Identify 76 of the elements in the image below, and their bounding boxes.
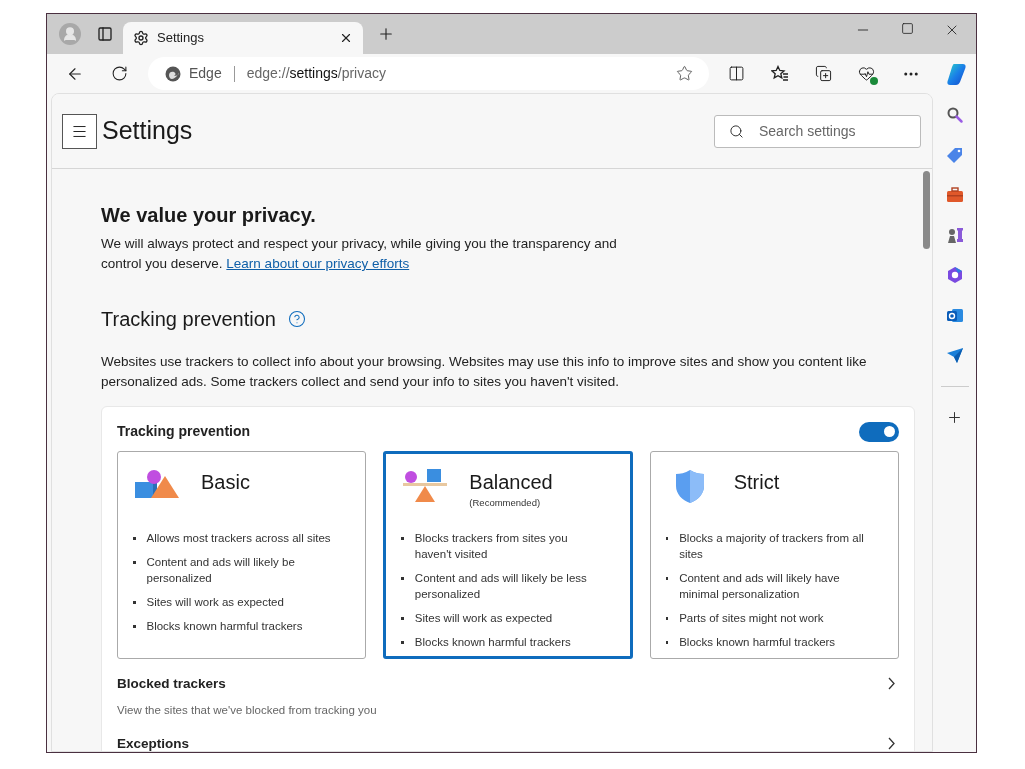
settings-icon (133, 30, 149, 46)
browser-essentials-icon[interactable] (858, 64, 876, 83)
row-title: Blocked trackers (117, 675, 227, 693)
search-field[interactable]: Search settings (714, 114, 921, 148)
favorites-icon[interactable] (771, 65, 789, 82)
bullet-icon (401, 641, 404, 644)
close-icon[interactable] (339, 31, 353, 45)
option-point: Content and ads will likely be less personalized (414, 571, 588, 602)
paper-plane-icon[interactable] (945, 346, 964, 364)
reload-icon[interactable] (111, 65, 128, 82)
option-point: Blocks known harmful trackers (679, 635, 836, 650)
option-title: Basic (201, 470, 250, 495)
row-description: View the sites that we've blocked from tracking you (117, 703, 377, 718)
add-icon[interactable] (946, 409, 963, 426)
star-icon[interactable] (676, 65, 693, 82)
intro-text: We will always protect and respect your privacy, while giving you the transparency and control you deserve. Learn about our privacy efforts (101, 235, 618, 273)
option-title: Balanced (469, 470, 553, 495)
privacy-link[interactable]: Learn about our privacy efforts (226, 256, 410, 271)
bullet-icon (133, 601, 136, 604)
settings-row[interactable]: Blocked trackers View the sites that we've blocked from tracking you (117, 675, 899, 736)
level-option[interactable]: Balanced (Recommended) Blocks trackers from sites you haven't visited Content and ads will likely be less personalized Sites will work as expected Blocks known harmful trackers (383, 451, 633, 659)
bullet-icon (665, 537, 669, 540)
chevron-right-icon (888, 737, 895, 751)
tab-title: Settings (157, 29, 205, 48)
option-point: Content and ads will likely have minimal personalization (679, 571, 841, 602)
option-point: Blocks known harmful trackers (414, 635, 571, 650)
option-point: Sites will work as expected (146, 595, 284, 610)
tag-icon[interactable] (945, 146, 964, 164)
bullet-icon (133, 537, 136, 540)
bullet-icon (401, 577, 404, 580)
option-title: Strict (733, 470, 780, 495)
settings-row[interactable]: Exceptions (117, 735, 899, 751)
bullet-icon (665, 641, 669, 644)
bullet-icon (133, 561, 136, 564)
panel-icon[interactable] (97, 26, 113, 42)
section-title: Tracking prevention (101, 307, 276, 332)
intro-title: We value your privacy. (101, 203, 317, 227)
url-text: edge://settings/privacy (246, 64, 387, 83)
browser-tab[interactable]: Settings (123, 22, 363, 54)
mail-app-icon[interactable] (945, 306, 964, 324)
bullet-icon (401, 537, 404, 540)
option-point: Blocks known harmful trackers (146, 619, 303, 634)
row-title: Exceptions (117, 735, 190, 751)
help-icon[interactable] (287, 310, 306, 328)
site-label: Edge (189, 64, 222, 83)
option-point: Allows most trackers across all sites (146, 531, 331, 546)
page-title: Settings (102, 115, 194, 147)
card-title: Tracking prevention (117, 422, 251, 441)
bullet-icon (665, 617, 669, 620)
level-option[interactable]: Basic Allows most trackers across all sites Content and ads will likely be personalized Sites will work as expected Blocks known harmful trackers (117, 451, 367, 659)
balance-scale-icon (401, 468, 450, 504)
menu-button[interactable] (62, 113, 97, 149)
split-screen-icon[interactable] (728, 65, 745, 82)
option-point: Sites will work as expected (414, 611, 553, 626)
option-point: Content and ads will likely be personalized (146, 555, 296, 586)
bullet-icon (401, 617, 404, 620)
section-description: Websites use trackers to collect info about your browsing. Websites may use this info to improve sites and show you content like personalized ads. Some trackers collect and send your info to sites you haven't visited. (101, 353, 868, 391)
chess-pieces-icon[interactable] (945, 226, 964, 244)
option-point: Blocks trackers from sites you haven't visited (414, 531, 569, 562)
maximize-icon[interactable] (901, 22, 914, 35)
chevron-right-icon (888, 677, 895, 690)
option-point: Parts of sites might not work (679, 611, 824, 626)
address-field[interactable]: Edge edge://settings/privacy (148, 57, 709, 90)
bullet-icon (133, 625, 136, 628)
toggle-switch[interactable] (859, 421, 899, 442)
option-subtitle: (Recommended) (469, 496, 542, 510)
scrollbar-thumb[interactable] (923, 171, 930, 249)
new-tab-icon[interactable] (377, 25, 395, 43)
person-icon (62, 26, 78, 42)
option-point: Blocks a majority of trackers from all sites (679, 531, 865, 562)
search-icon[interactable] (945, 106, 964, 124)
collections-icon[interactable] (815, 65, 832, 82)
level-option[interactable]: Strict Blocks a majority of trackers from all sites Content and ads will likely have minimal personalization Parts of sites might not work Blocks known harmful trackers (649, 451, 899, 659)
search-icon (729, 123, 744, 139)
bullet-icon (665, 577, 669, 580)
toolbox-icon[interactable] (945, 186, 964, 204)
